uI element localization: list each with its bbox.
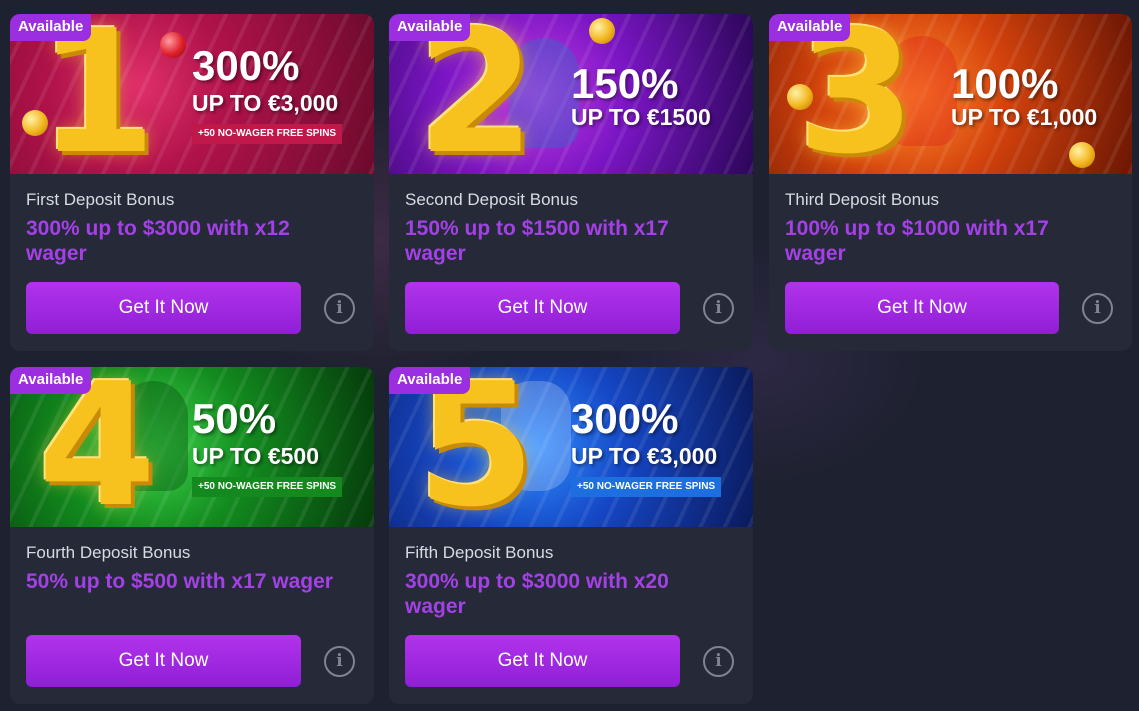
banner-percent: 150%	[571, 60, 679, 107]
banner-percent: 50%	[192, 395, 277, 442]
card-title: Third Deposit Bonus	[785, 190, 940, 209]
card-title: Fourth Deposit Bonus	[26, 543, 191, 562]
status-badge: Available	[769, 14, 851, 41]
get-it-now-button[interactable]: Get It Now	[26, 635, 301, 687]
info-icon[interactable]: i	[703, 293, 734, 324]
get-it-now-button[interactable]: Get It Now	[405, 635, 680, 687]
card-description: 50% up to $500 with x17 wager	[26, 570, 333, 593]
banner-percent: 300%	[571, 395, 679, 442]
bonus-card-second: 2 150% UP TO €1500 Available Second Depo…	[389, 14, 753, 351]
banner-upto: UP TO €1500	[571, 104, 711, 130]
status-badge: Available	[389, 367, 471, 394]
banner-percent: 300%	[192, 42, 300, 89]
info-icon[interactable]: i	[324, 293, 355, 324]
status-badge: Available	[389, 14, 471, 41]
banner-free-spins: +50 NO-WAGER FREE SPINS	[192, 477, 343, 497]
card-title: Fifth Deposit Bonus	[405, 543, 554, 562]
card-description: 150% up to $1500 with x17 wager	[405, 217, 669, 265]
info-icon[interactable]: i	[1082, 293, 1113, 324]
card-title: First Deposit Bonus	[26, 190, 175, 209]
info-icon[interactable]: i	[703, 646, 734, 677]
banner-free-spins: +50 NO-WAGER FREE SPINS	[571, 477, 722, 497]
cherry-icon	[160, 32, 186, 58]
banner-upto: UP TO €1,000	[951, 104, 1098, 130]
card-title: Second Deposit Bonus	[405, 190, 578, 209]
bonus-grid: 1 300% UP TO €3,000 +50 NO-WAGER FREE SP…	[0, 0, 1139, 711]
card-description: 100% up to $1000 with x17 wager	[785, 217, 1049, 265]
banner-upto: UP TO €3,000	[571, 443, 718, 469]
get-it-now-button[interactable]: Get It Now	[405, 282, 680, 334]
status-badge: Available	[10, 14, 92, 41]
bonus-card-first: 1 300% UP TO €3,000 +50 NO-WAGER FREE SP…	[10, 14, 374, 351]
status-badge: Available	[10, 367, 92, 394]
bonus-card-fourth: 4 50% UP TO €500 +50 NO-WAGER FREE SPINS…	[10, 367, 374, 704]
card-description: 300% up to $3000 with x12 wager	[26, 217, 290, 265]
bonus-card-fifth: 5 300% UP TO €3,000 +50 NO-WAGER FREE SP…	[389, 367, 753, 704]
banner-free-spins: +50 NO-WAGER FREE SPINS	[192, 124, 343, 144]
banner-upto: UP TO €500	[192, 443, 320, 469]
get-it-now-button[interactable]: Get It Now	[26, 282, 301, 334]
banner-upto: UP TO €3,000	[192, 90, 339, 116]
bonus-card-third: 3 100% UP TO €1,000 Available Third Depo…	[769, 14, 1132, 351]
get-it-now-button[interactable]: Get It Now	[785, 282, 1059, 334]
banner-percent: 100%	[951, 60, 1059, 107]
coin-icon	[589, 18, 615, 44]
coin-icon	[1069, 142, 1095, 168]
card-description: 300% up to $3000 with x20 wager	[405, 570, 669, 618]
info-icon[interactable]: i	[324, 646, 355, 677]
